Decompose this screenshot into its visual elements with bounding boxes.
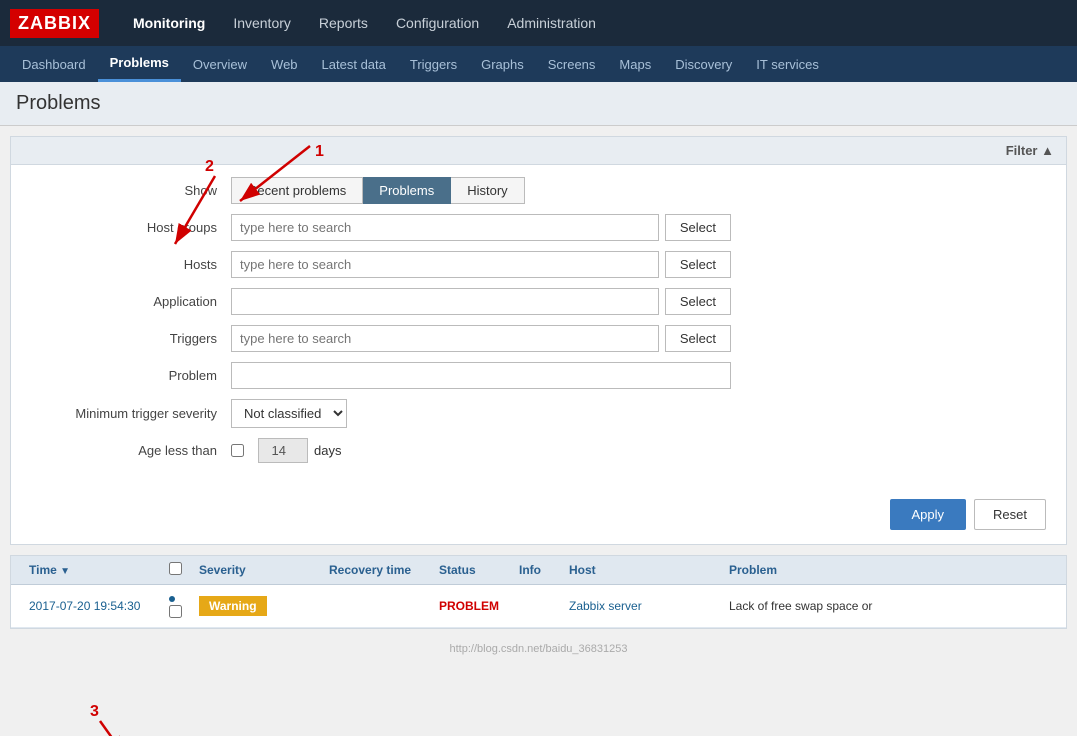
- col-recovery-time: Recovery time: [321, 563, 431, 577]
- subnav-web[interactable]: Web: [259, 46, 310, 82]
- cell-checkbox: [161, 591, 191, 621]
- age-label: Age less than: [31, 443, 231, 458]
- severity-badge-warning: Warning: [199, 596, 267, 616]
- top-navbar: ZABBIX Monitoring Inventory Reports Conf…: [0, 0, 1077, 46]
- col-problem: Problem: [721, 563, 1056, 577]
- table-row: 2017-07-20 19:54:30 Warning PROBLEM Zabb…: [11, 585, 1066, 628]
- triggers-label: Triggers: [31, 331, 231, 346]
- application-input-group: Select: [231, 288, 731, 315]
- triggers-input[interactable]: [231, 325, 659, 352]
- col-time[interactable]: Time ▼: [21, 563, 161, 577]
- filter-section: Filter ▲ Show Recent problems Problems H…: [10, 136, 1067, 545]
- show-label: Show: [31, 183, 231, 198]
- show-recent-problems[interactable]: Recent problems: [231, 177, 363, 204]
- nav-reports[interactable]: Reports: [305, 0, 382, 46]
- show-history[interactable]: History: [451, 177, 524, 204]
- hosts-input-group: Select: [231, 251, 731, 278]
- triggers-input-group: Select: [231, 325, 731, 352]
- hosts-input[interactable]: [231, 251, 659, 278]
- filter-row-application: Application Select: [31, 288, 1046, 315]
- col-checkbox-header: [161, 562, 191, 578]
- subnav-overview[interactable]: Overview: [181, 46, 259, 82]
- col-status: Status: [431, 563, 511, 577]
- problem-input[interactable]: [231, 362, 731, 389]
- cell-status: PROBLEM: [431, 599, 511, 613]
- subnav-it-services[interactable]: IT services: [744, 46, 831, 82]
- sort-arrow-time: ▼: [60, 566, 70, 577]
- filter-body: Show Recent problems Problems History Ho…: [11, 165, 1066, 489]
- filter-row-age: Age less than days: [31, 438, 1046, 463]
- subnav-dashboard[interactable]: Dashboard: [10, 46, 98, 82]
- table-header: Time ▼ Severity Recovery time Status Inf…: [11, 556, 1066, 585]
- problem-input-group: [231, 362, 731, 389]
- watermark: http://blog.csdn.net/baidu_36831253: [0, 639, 1077, 659]
- filter-actions: Apply Reset: [11, 489, 1066, 544]
- subnav-graphs[interactable]: Graphs: [469, 46, 536, 82]
- nav-monitoring[interactable]: Monitoring: [119, 0, 219, 46]
- subnav-problems[interactable]: Problems: [98, 46, 181, 82]
- row-checkbox[interactable]: [169, 605, 182, 618]
- application-label: Application: [31, 294, 231, 309]
- col-severity[interactable]: Severity: [191, 563, 321, 577]
- host-groups-select-button[interactable]: Select: [665, 214, 731, 241]
- triggers-select-button[interactable]: Select: [665, 325, 731, 352]
- filter-row-triggers: Triggers Select: [31, 325, 1046, 352]
- select-all-checkbox[interactable]: [169, 562, 182, 575]
- filter-arrow: ▲: [1041, 143, 1054, 158]
- cell-severity: Warning: [191, 596, 321, 616]
- age-unit: days: [314, 443, 341, 458]
- age-row: days: [231, 438, 341, 463]
- cell-host[interactable]: Zabbix server: [561, 599, 721, 613]
- reset-button[interactable]: Reset: [974, 499, 1046, 530]
- subnav-triggers[interactable]: Triggers: [398, 46, 469, 82]
- min-severity-label: Minimum trigger severity: [31, 406, 231, 421]
- filter-row-host-groups: Host groups Select: [31, 214, 1046, 241]
- filter-row-min-severity: Minimum trigger severity Not classified …: [31, 399, 1046, 428]
- filter-header: Filter ▲: [11, 137, 1066, 165]
- subnav-latest-data[interactable]: Latest data: [310, 46, 398, 82]
- subnav-discovery[interactable]: Discovery: [663, 46, 744, 82]
- subnav-screens[interactable]: Screens: [536, 46, 608, 82]
- host-groups-input-group: Select: [231, 214, 731, 241]
- application-select-button[interactable]: Select: [665, 288, 731, 315]
- show-group: Recent problems Problems History: [231, 177, 525, 204]
- age-input[interactable]: [258, 438, 308, 463]
- problem-label: Problem: [31, 368, 231, 383]
- results-table: Time ▼ Severity Recovery time Status Inf…: [10, 555, 1067, 629]
- show-problems[interactable]: Problems: [363, 177, 451, 204]
- cell-problem[interactable]: Lack of free swap space or: [721, 599, 1056, 613]
- page-title: Problems: [16, 92, 1061, 115]
- filter-label: Filter: [1006, 143, 1038, 158]
- hosts-label: Hosts: [31, 257, 231, 272]
- col-info: Info: [511, 563, 561, 577]
- filter-row-hosts: Hosts Select: [31, 251, 1046, 278]
- application-input[interactable]: [231, 288, 659, 315]
- blue-dot-indicator: [169, 596, 175, 602]
- sub-navbar: Dashboard Problems Overview Web Latest d…: [0, 46, 1077, 82]
- subnav-maps[interactable]: Maps: [607, 46, 663, 82]
- host-groups-input[interactable]: [231, 214, 659, 241]
- nav-configuration[interactable]: Configuration: [382, 0, 493, 46]
- cell-time: 2017-07-20 19:54:30: [21, 599, 161, 613]
- col-host: Host: [561, 563, 721, 577]
- page-header: Problems: [0, 82, 1077, 126]
- nav-administration[interactable]: Administration: [493, 0, 610, 46]
- logo: ZABBIX: [10, 9, 99, 38]
- hosts-select-button[interactable]: Select: [665, 251, 731, 278]
- host-groups-label: Host groups: [31, 220, 231, 235]
- min-severity-select[interactable]: Not classified Information Warning Avera…: [231, 399, 347, 428]
- min-severity-input-group: Not classified Information Warning Avera…: [231, 399, 731, 428]
- nav-inventory[interactable]: Inventory: [219, 0, 305, 46]
- apply-button[interactable]: Apply: [890, 499, 967, 530]
- age-checkbox[interactable]: [231, 444, 244, 457]
- top-nav-links: Monitoring Inventory Reports Configurati…: [119, 0, 610, 46]
- filter-row-problem: Problem: [31, 362, 1046, 389]
- filter-row-show: Show Recent problems Problems History: [31, 177, 1046, 204]
